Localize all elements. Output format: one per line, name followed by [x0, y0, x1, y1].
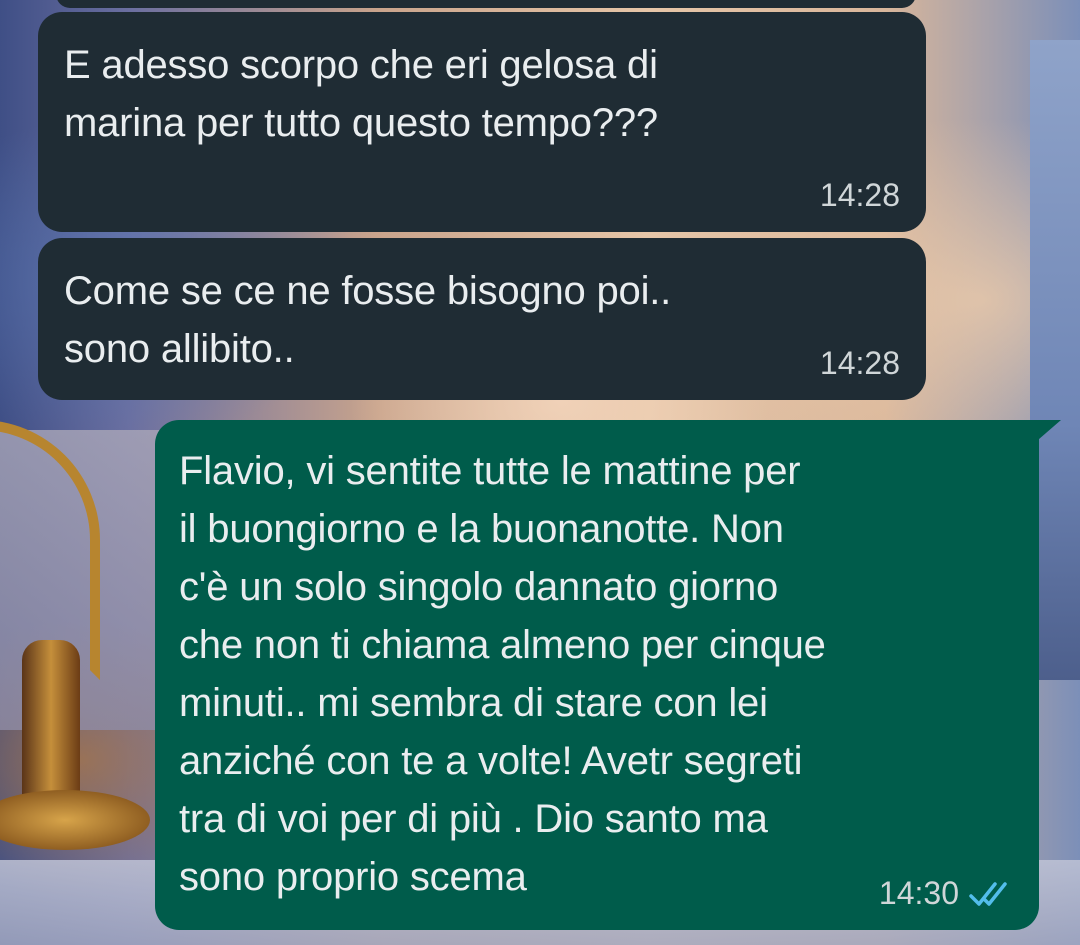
- message-meta: 14:28: [820, 177, 900, 214]
- message-time: 14:28: [819, 345, 900, 381]
- message-time: 14:30: [878, 875, 959, 911]
- message-time: 14:28: [819, 177, 900, 213]
- message-meta: 14:30: [879, 875, 1013, 912]
- message-bubble-outgoing[interactable]: Flavio, vi sentite tutte le mattine per …: [155, 420, 1061, 930]
- previous-message-bubble[interactable]: [56, 0, 916, 8]
- double-check-read-icon: [969, 881, 1007, 906]
- bubble-tail-icon: [1031, 420, 1061, 446]
- message-meta: 14:28: [820, 345, 900, 382]
- message-bubble-incoming[interactable]: E adesso scorpo che eri gelosa di marina…: [38, 12, 926, 232]
- message-text: Come se ce ne fosse bisogno poi.. sono a…: [64, 269, 672, 371]
- message-bubble-incoming[interactable]: Come se ce ne fosse bisogno poi.. sono a…: [38, 238, 926, 400]
- message-list[interactable]: E adesso scorpo che eri gelosa di marina…: [0, 0, 1080, 945]
- message-text: E adesso scorpo che eri gelosa di marina…: [64, 43, 658, 145]
- message-text: Flavio, vi sentite tutte le mattine per …: [179, 449, 826, 899]
